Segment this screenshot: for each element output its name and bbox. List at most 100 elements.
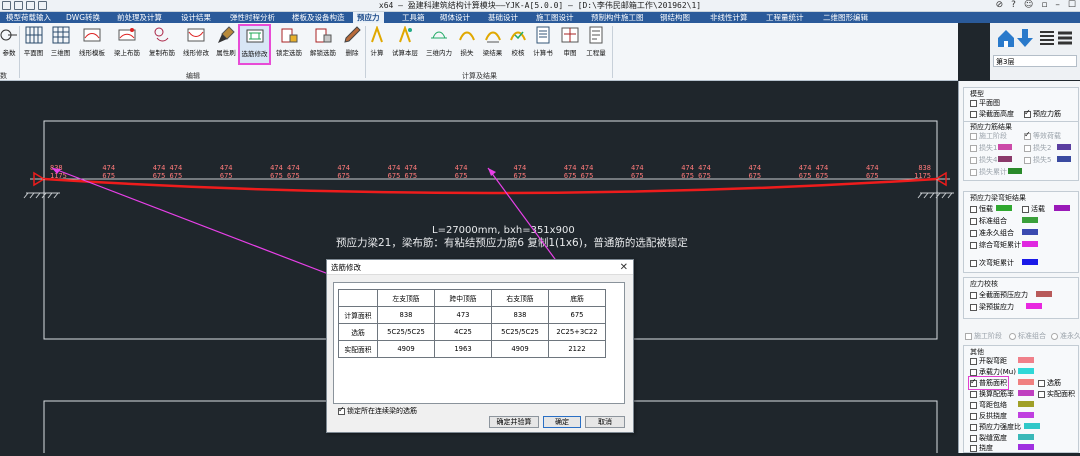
checkbox-icon[interactable] (970, 444, 977, 452)
tab-drawings[interactable]: 施工图设计 (536, 12, 574, 23)
tab-foundation[interactable]: 基础设计 (488, 12, 518, 23)
other-item[interactable]: 开裂弯距 (970, 356, 1007, 366)
checkbox-icon[interactable] (970, 357, 977, 365)
tab-preprocess[interactable]: 前处理及计算 (117, 12, 162, 23)
minimize-button[interactable]: – (1055, 0, 1060, 11)
stage-item[interactable]: 标准组合 (1009, 331, 1046, 341)
tab-2d-edit[interactable]: 二维图形编辑 (823, 12, 868, 23)
checkbox-icon[interactable] (970, 291, 977, 299)
loss-item[interactable]: 损失5 (1024, 155, 1051, 165)
other-item[interactable]: 弯距包络 (970, 400, 1007, 410)
tab-quantity[interactable]: 工程量统计 (766, 12, 804, 23)
checkbox-icon[interactable] (970, 156, 977, 164)
checkbox-icon[interactable] (1024, 108, 1031, 118)
checkbox-icon[interactable] (1022, 205, 1029, 213)
stage-item[interactable]: 准永久 (1051, 331, 1080, 341)
checkbox-icon[interactable] (970, 368, 977, 376)
checkbox-icon[interactable] (970, 144, 977, 152)
checkbox-icon[interactable] (970, 205, 977, 213)
table-cell-editable[interactable]: 5C25/5C25 (377, 323, 435, 341)
home-icon[interactable] (998, 30, 1014, 47)
checkbox-icon[interactable] (970, 434, 977, 442)
table-cell-editable[interactable]: 2C25+3C22 (548, 323, 606, 341)
checkbox-icon[interactable] (970, 377, 977, 387)
moment-item[interactable]: 综合弯矩累计 (970, 240, 1021, 250)
loss-item[interactable]: 等效荷载 (1024, 130, 1061, 141)
floor-select[interactable]: 第3层 (993, 55, 1077, 67)
other-item[interactable]: 裂缝宽度 (970, 433, 1007, 443)
tab-masonry[interactable]: 砌体设计 (440, 12, 470, 23)
checkbox-icon[interactable] (338, 405, 345, 415)
tab-nonlinear[interactable]: 非线性计算 (710, 12, 748, 23)
checkbox-icon[interactable] (1024, 144, 1031, 152)
beam-result-button[interactable]: 梁结果 (479, 25, 506, 63)
user-icon[interactable]: ☺ (1024, 0, 1033, 11)
model-item[interactable]: 梁截面高度 (970, 109, 1014, 119)
tab-model-input[interactable]: 模型荷载输入 (6, 12, 51, 23)
stress-item[interactable]: 全截面预压应力 (970, 290, 1028, 300)
loss-item[interactable]: 施工阶段 (970, 131, 1007, 141)
checkbox-icon[interactable] (965, 332, 972, 340)
actual-area-item[interactable]: 实配面积 (1038, 389, 1075, 399)
close-icon[interactable]: ✕ (620, 260, 628, 275)
rebar-modify-button[interactable]: 选筋修改 (238, 24, 271, 65)
rebar-select-item[interactable]: 选筋 (1038, 378, 1061, 388)
radio-icon[interactable] (1051, 332, 1058, 340)
3d-view-button[interactable]: 三维图 (48, 25, 73, 63)
trial-calc-button[interactable]: 试算本层 (389, 25, 421, 63)
params-button[interactable]: 参数 (0, 25, 18, 63)
calc-button[interactable]: 计算 (367, 25, 387, 63)
ok-button[interactable]: 确定 (543, 416, 581, 428)
layers-icon[interactable] (1040, 31, 1054, 45)
checkbox-icon[interactable] (970, 390, 977, 398)
ok-and-check-button[interactable]: 确定并验算 (489, 416, 539, 428)
checkbox-icon[interactable] (970, 168, 977, 176)
tab-steel[interactable]: 钢结构图 (660, 12, 690, 23)
checkbox-icon[interactable] (970, 99, 977, 107)
loss-item[interactable]: 损失累计 (970, 167, 1007, 177)
lock-rebar-button[interactable]: 锁定选筋 (273, 25, 305, 63)
checkbox-icon[interactable] (1024, 130, 1031, 140)
question-icon[interactable]: ? (1011, 0, 1016, 11)
arrow-down-icon[interactable] (1017, 29, 1033, 47)
checkbox-icon[interactable] (970, 132, 977, 140)
loss-item[interactable]: 损失1 (970, 143, 997, 153)
rebar-area-item[interactable]: 普筋面积 (968, 376, 1009, 390)
tab-prestress[interactable]: 预应力 (353, 12, 384, 23)
check-button[interactable]: 校核 (508, 25, 528, 63)
3d-force-button[interactable]: 三维内力 (423, 25, 455, 63)
stack-icon[interactable] (1058, 31, 1072, 45)
checkbox-icon[interactable] (1038, 390, 1045, 398)
plan-view-button[interactable]: 平面图 (21, 25, 46, 63)
calc-book-button[interactable]: 计算书 (530, 25, 556, 63)
stress-item[interactable]: 梁预拔应力 (970, 302, 1014, 312)
moment-item[interactable]: 活载 (1022, 204, 1045, 214)
checkbox-icon[interactable] (970, 110, 977, 118)
tab-toolbox[interactable]: 工具箱 (402, 12, 425, 23)
checkbox-icon[interactable] (1038, 379, 1045, 387)
loss-item[interactable]: 损失4 (970, 155, 997, 165)
tab-time-history[interactable]: 弹性时程分析 (230, 12, 275, 23)
checkbox-icon[interactable] (970, 229, 977, 237)
other-item[interactable]: 预应力强度比 (970, 422, 1021, 432)
checkbox-icon[interactable] (970, 241, 977, 249)
moment-item[interactable]: 次弯矩累计 (970, 258, 1014, 268)
tab-results[interactable]: 设计结果 (181, 12, 211, 23)
loss-button[interactable]: 损失 (457, 25, 477, 63)
help-circle-icon[interactable]: ⊘ (996, 0, 1004, 11)
model-item[interactable]: 平面图 (970, 98, 1000, 108)
tab-precast[interactable]: 预制构件施工图 (591, 12, 644, 23)
checkbox-icon[interactable] (1024, 156, 1031, 164)
model-item[interactable]: 预应力筋 (1024, 108, 1061, 119)
stage-item[interactable]: 施工阶段 (965, 331, 1002, 341)
delete-button[interactable]: 删除 (341, 25, 363, 63)
loss-item[interactable]: 损失2 (1024, 143, 1051, 153)
line-template-button[interactable]: 线形模板 (76, 25, 108, 63)
maximize-button[interactable]: ☐ (1068, 0, 1076, 11)
other-item[interactable]: 承载力(Mu) (970, 367, 1016, 377)
quantity-button[interactable]: 工程量 (584, 25, 608, 63)
review-button[interactable]: 审图 (558, 25, 582, 63)
checkbox-icon[interactable] (970, 303, 977, 311)
moment-item[interactable]: 标准组合 (970, 216, 1007, 226)
other-item[interactable]: 反拱挠度 (970, 411, 1007, 421)
